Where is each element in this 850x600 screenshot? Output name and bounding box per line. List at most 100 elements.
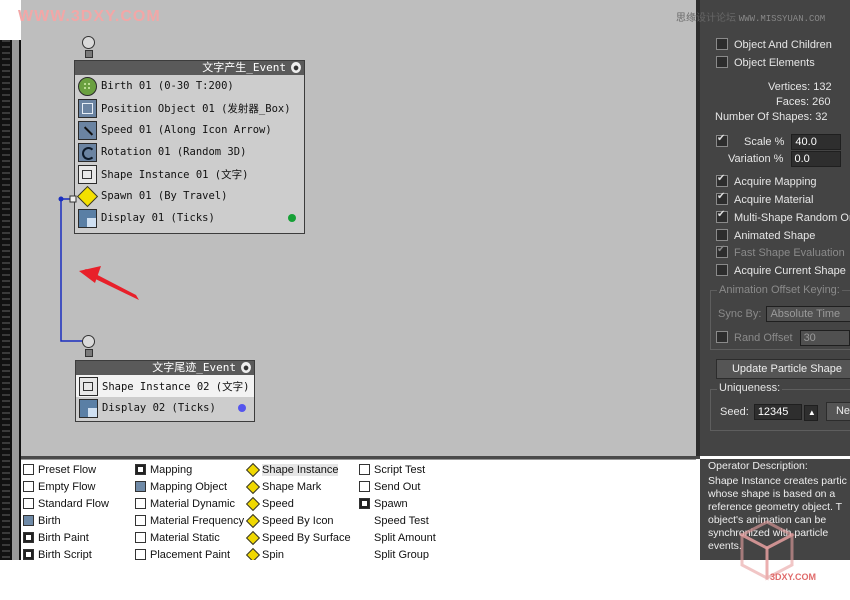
depot-item-label: Empty Flow [38, 481, 96, 493]
depot-item-birth[interactable]: Birth [23, 513, 61, 530]
watermark-logo-sub: 3DXY.COM [770, 572, 817, 582]
scale-input[interactable]: 40.0 [791, 134, 842, 150]
spawn-icon [359, 498, 370, 509]
scale-row: Scale % 40.0 [716, 133, 842, 150]
depot-item-mapping[interactable]: Mapping [135, 462, 192, 479]
radio-label: Object Elements [734, 57, 815, 69]
depot-item-material-dynamic[interactable]: Material Dynamic [135, 496, 235, 513]
event2-input-connector[interactable] [82, 335, 95, 348]
particle-view-canvas[interactable]: 文字产生_Event ● Birth 01 (0-30 T:200) Posit… [21, 0, 696, 456]
event2-title: 文字尾迹_Event [152, 361, 236, 374]
depot-item-speed-by-surface[interactable]: Speed By Surface [247, 530, 351, 547]
op-label: Display 02 (Ticks) [102, 402, 216, 414]
event2-box[interactable]: 文字尾迹_Event ● Shape Instance 02 (文字) Disp… [75, 360, 255, 422]
placement-paint-icon [135, 549, 146, 560]
depot-item-material-frequency[interactable]: Material Frequency [135, 513, 244, 530]
depot-item-label: Mapping Object [150, 481, 228, 493]
fast-shape-evaluation-checkbox: Fast Shape Evaluation [716, 244, 845, 259]
new-seed-button[interactable]: New [826, 402, 850, 421]
watermark-right: 思缘设计论坛 WWW.MISSYUAN.COM [676, 9, 825, 24]
depot-item-shape-mark[interactable]: Shape Mark [247, 479, 321, 496]
depot-item-send-out[interactable]: Send Out [359, 479, 420, 496]
rand-offset-input: 30 [799, 330, 850, 346]
send-out-icon [359, 481, 370, 492]
checkbox-icon [716, 173, 728, 187]
object-elements-radio[interactable]: Object Elements [716, 56, 815, 69]
preset-flow-icon [23, 464, 34, 475]
depot-item-label: Birth Paint [38, 532, 89, 544]
rand-offset-label: Rand Offset [734, 332, 793, 344]
variation-input[interactable]: 0.0 [790, 151, 841, 167]
checkbox-label: Acquire Current Shape [734, 265, 846, 277]
shape-mark-icon [247, 481, 258, 492]
depot-item-standard-flow[interactable]: Standard Flow [23, 496, 109, 513]
acquire-current-shape-checkbox[interactable]: Acquire Current Shape [716, 264, 846, 277]
seed-spinner-icon[interactable]: ▲ [803, 405, 818, 421]
depot-item-speed[interactable]: Speed [247, 496, 294, 513]
scale-label: Scale % [744, 136, 785, 148]
depot-item-label: Split Amount [374, 532, 436, 544]
depot-item-label: Send Out [374, 481, 421, 493]
depot-item-mapping-object[interactable]: Mapping Object [135, 479, 227, 496]
depot-item-birth-paint[interactable]: Birth Paint [23, 530, 89, 547]
num-shapes-readout: Number Of Shapes: 32 [715, 111, 828, 123]
num-shapes-label: Number Of Shapes: [715, 111, 813, 123]
checkbox-icon [716, 191, 728, 205]
event2-op-display[interactable]: Display 02 (Ticks) [76, 397, 254, 419]
checkbox-label: Acquire Mapping [734, 176, 817, 188]
event2-lightbulb-icon[interactable]: ● [241, 362, 251, 373]
speed-by-surface-icon [247, 532, 258, 543]
checkbox-label: Fast Shape Evaluation [734, 247, 845, 259]
depot-item-label: Script Test [374, 464, 426, 476]
seed-input[interactable]: 12345 [753, 404, 802, 420]
depot-item-label: Speed [262, 498, 294, 510]
object-and-children-radio[interactable]: Object And Children [716, 38, 832, 51]
acquire-mapping-checkbox[interactable]: Acquire Mapping [716, 173, 817, 188]
depot-item-split-amount[interactable]: Split Amount [359, 530, 436, 547]
depot-item-script-test[interactable]: Script Test [359, 462, 425, 479]
split-amount-icon [359, 532, 370, 543]
depot-item-preset-flow[interactable]: Preset Flow [23, 462, 96, 479]
script-test-icon [359, 464, 370, 475]
material-frequency-icon [135, 515, 146, 526]
checkbox-icon [716, 244, 728, 258]
scale-checkbox[interactable] [716, 133, 728, 147]
left-scrollbar[interactable] [12, 40, 19, 560]
faces-label: Faces: [776, 96, 810, 108]
checkbox-label: Animated Shape [734, 230, 816, 242]
spin-icon [247, 549, 258, 560]
animation-offset-group-title: Animation Offset Keying: [717, 284, 842, 296]
left-ruler [2, 40, 10, 560]
display-icon [79, 398, 98, 418]
animated-shape-checkbox[interactable]: Animated Shape [716, 229, 815, 242]
birth-script-icon [23, 549, 34, 560]
depot-item-empty-flow[interactable]: Empty Flow [23, 479, 95, 496]
update-particle-shape-button[interactable]: Update Particle Shape [716, 359, 850, 379]
depot-item-label: Shape Instance [262, 464, 339, 476]
depot-panel: Preset Flow Empty Flow Standard Flow Bir… [21, 459, 696, 561]
acquire-material-checkbox[interactable]: Acquire Material [716, 191, 814, 206]
depot-item-label: Speed By Surface [262, 532, 351, 544]
depot-item-label: Preset Flow [38, 464, 97, 476]
split-group-icon [359, 549, 370, 560]
checkbox-label: Acquire Material [734, 194, 814, 206]
depot-item-speed-test[interactable]: Speed Test [359, 513, 429, 530]
mapping-object-icon [135, 481, 146, 492]
uniqueness-group-title: Uniqueness: [717, 382, 783, 394]
standard-flow-icon [23, 498, 34, 509]
op-label: Shape Instance 02 (文字) [102, 380, 250, 393]
birth-icon [23, 515, 34, 526]
event2-op-shape-instance[interactable]: Shape Instance 02 (文字) [76, 375, 254, 397]
mapping-icon [135, 464, 146, 475]
event2-title-bar[interactable]: 文字尾迹_Event ● [76, 361, 254, 375]
depot-item-speed-by-icon[interactable]: Speed By Icon [247, 513, 334, 530]
depot-item-shape-instance[interactable]: Shape Instance [247, 462, 339, 479]
depot-item-spawn[interactable]: Spawn [359, 496, 408, 513]
depot-item-material-static[interactable]: Material Static [135, 530, 220, 547]
depot-item-label: Speed By Icon [262, 515, 334, 527]
vertices-readout: Vertices: 132 [768, 81, 832, 93]
sync-by-label: Sync By: [718, 308, 762, 320]
faces-value: 260 [812, 96, 831, 108]
multi-shape-random-order-checkbox[interactable]: Multi-Shape Random Ord [716, 209, 850, 224]
material-dynamic-icon [135, 498, 146, 509]
